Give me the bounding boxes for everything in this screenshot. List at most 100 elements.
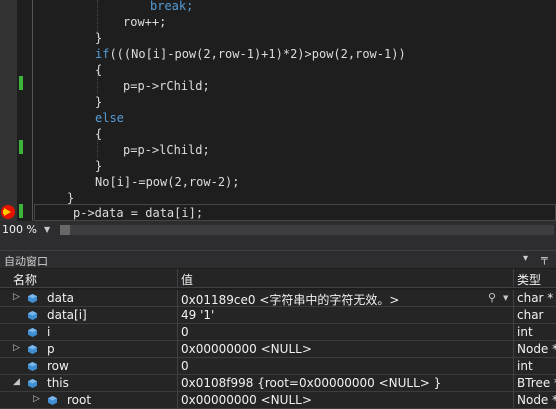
variable-icon: [28, 345, 37, 354]
autos-column-header: 名称 值 类型: [0, 269, 556, 288]
code-line[interactable]: break;: [150, 0, 193, 14]
code-text: {: [95, 63, 103, 77]
cell-divider: [177, 375, 178, 392]
panel-splitter[interactable]: [0, 239, 556, 250]
code-line[interactable]: {: [95, 62, 102, 78]
cell-divider: [177, 324, 178, 341]
code-line[interactable]: row++;: [123, 14, 166, 30]
code-line[interactable]: }: [95, 158, 102, 174]
code-text: (((No[i]-pow(2,row-1)+1)*2)>pow(2,row-1)…: [109, 47, 406, 61]
change-marker: [19, 76, 23, 90]
visualizer-dropdown-icon[interactable]: ▼: [503, 294, 508, 302]
variable-type: int: [517, 359, 533, 373]
field-icon: [48, 396, 57, 405]
horizontal-scrollbar[interactable]: [60, 225, 554, 235]
variable-name: row: [47, 359, 69, 373]
expand-toggle-icon[interactable]: ▷: [13, 292, 20, 302]
autos-window-titlebar[interactable]: 自动窗口 ▾ ╤: [0, 250, 556, 268]
scrollbar-thumb[interactable]: [60, 225, 70, 235]
variable-name: data[i]: [47, 308, 87, 322]
code-keyword: break;: [150, 0, 194, 13]
variable-type: Node *: [517, 393, 556, 407]
cell-divider: [513, 375, 514, 392]
code-line[interactable]: No[i]-=pow(2,row-2);: [95, 174, 240, 190]
zoom-dropdown-icon[interactable]: ▼: [44, 225, 50, 234]
editor-status-bar: 100 % ▼: [0, 221, 556, 239]
autos-row[interactable]: ▷ data 0x01189ce0 <字符串中的字符无效。> ⚲ ▼ char *: [0, 290, 556, 307]
column-header-name[interactable]: 名称: [13, 271, 37, 288]
code-text: }: [95, 31, 103, 45]
pin-icon[interactable]: ╤: [541, 252, 548, 265]
code-line[interactable]: }: [95, 30, 102, 46]
autos-row[interactable]: ▷ p 0x00000000 <NULL> Node *: [0, 341, 556, 358]
variable-icon: [28, 362, 37, 371]
variable-name: i: [47, 325, 51, 339]
cell-divider: [513, 307, 514, 324]
variable-name: data: [47, 291, 75, 305]
cell-divider: [513, 358, 514, 375]
column-header-value[interactable]: 值: [181, 271, 193, 288]
code-line[interactable]: }: [95, 94, 102, 110]
variable-value[interactable]: 0x00000000 <NULL>: [181, 342, 312, 356]
code-line[interactable]: p=p->lChild;: [123, 142, 210, 158]
cell-divider: [177, 341, 178, 358]
variable-icon: [28, 311, 37, 320]
code-text: }: [95, 95, 103, 109]
column-divider[interactable]: [177, 269, 178, 288]
breakpoint-column[interactable]: [0, 0, 17, 221]
zoom-level[interactable]: 100 %: [2, 223, 37, 236]
code-line[interactable]: {: [95, 126, 102, 142]
change-marker: [19, 140, 23, 154]
cell-divider: [513, 392, 514, 409]
code-editor[interactable]: break; row++;} if(((No[i]-pow(2,row-1)+1)*…: [0, 0, 556, 221]
variable-value[interactable]: 0: [181, 325, 189, 339]
autos-row[interactable]: i 0 int: [0, 324, 556, 341]
variable-type: Node *: [517, 342, 556, 356]
autos-row[interactable]: ◢ this 0x0108f998 {root=0x00000000 <NULL> …: [0, 375, 556, 392]
code-text: {: [95, 127, 103, 141]
magnifier-icon[interactable]: ⚲: [488, 291, 496, 304]
variable-value[interactable]: 0x00000000 <NULL>: [181, 393, 312, 407]
code-text: p=p->lChild;: [123, 143, 210, 157]
variable-value[interactable]: 49 '1': [181, 308, 214, 322]
editor-margin[interactable]: [0, 0, 34, 221]
code-text: }: [95, 159, 103, 173]
code-text: p=p->rChild;: [123, 79, 210, 93]
variable-value[interactable]: 0x01189ce0 <字符串中的字符无效。>: [181, 291, 399, 308]
variable-icon: [28, 294, 37, 303]
code-line[interactable]: if(((No[i]-pow(2,row-1)+1)*2)>pow(2,row-…: [95, 46, 406, 62]
code-keyword: if: [95, 47, 110, 61]
column-header-type[interactable]: 类型: [517, 271, 541, 288]
code-line[interactable]: p=p->rChild;: [123, 78, 210, 94]
breakpoint-current-statement-icon[interactable]: [1, 205, 15, 219]
expand-toggle-icon[interactable]: ▷: [13, 343, 20, 353]
cell-divider: [513, 324, 514, 341]
variable-name: p: [47, 342, 55, 356]
autos-row[interactable]: row 0 int: [0, 358, 556, 375]
variable-type: int: [517, 325, 533, 339]
variable-value[interactable]: 0x0108f998 {root=0x00000000 <NULL> }: [181, 376, 441, 390]
window-position-icon[interactable]: ▾: [523, 253, 528, 264]
change-marker: [19, 204, 23, 218]
cell-divider: [177, 290, 178, 307]
variable-icon: [28, 379, 37, 388]
variable-type: BTree *: [517, 376, 556, 390]
expand-toggle-icon[interactable]: ◢: [13, 377, 20, 387]
autos-rows: ▷ data 0x01189ce0 <字符串中的字符无效。> ⚲ ▼ char * data…: [0, 290, 556, 409]
autos-row[interactable]: ▷ root 0x00000000 <NULL> Node *: [0, 392, 556, 409]
variable-value[interactable]: 0: [181, 359, 189, 373]
variable-name: root: [67, 393, 92, 407]
code-text: row++;: [123, 15, 167, 29]
expand-toggle-icon[interactable]: ▷: [33, 394, 40, 404]
cell-divider: [177, 307, 178, 324]
code-line[interactable]: else: [95, 110, 124, 126]
current-line-highlight: [34, 204, 556, 221]
cell-divider: [513, 290, 514, 307]
cell-divider: [177, 358, 178, 375]
variable-icon: [28, 328, 37, 337]
variable-type: char *: [517, 291, 554, 305]
variable-name: this: [47, 376, 69, 390]
autos-row[interactable]: data[i] 49 '1' char: [0, 307, 556, 324]
panel-title: 自动窗口: [4, 255, 48, 268]
column-divider[interactable]: [513, 269, 514, 288]
